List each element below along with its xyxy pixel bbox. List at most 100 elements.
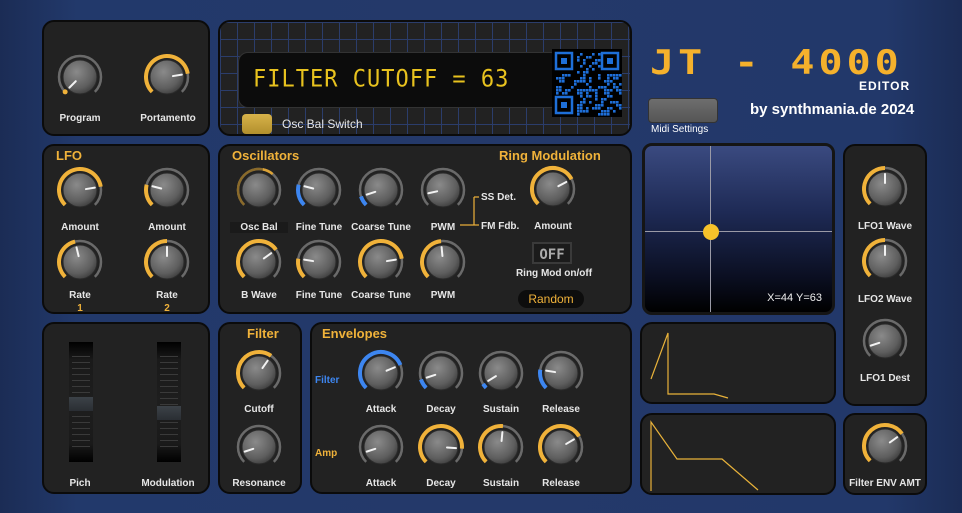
filter-env-amt-knob[interactable] — [861, 422, 909, 470]
pwm-bracket-lines — [460, 196, 479, 226]
osc-row2-fine-tune-knob[interactable] — [295, 238, 343, 286]
filter-cutoff-knob[interactable] — [235, 349, 283, 397]
ss-det-label: SS Det. — [481, 192, 517, 203]
amp-env-sustain-knob[interactable] — [477, 423, 525, 471]
wheel-rib — [160, 404, 178, 405]
lcd-display: FILTER CUTOFF = 63 — [238, 52, 560, 108]
xy-handle[interactable] — [703, 224, 719, 240]
wheel-rib — [160, 392, 178, 393]
wheel-rib — [160, 362, 178, 363]
wheel-thumb[interactable] — [157, 406, 181, 420]
modulation-wheel-label: Modulation — [141, 478, 195, 489]
osc-row1-coarse-tune-knob[interactable] — [357, 166, 405, 214]
wheel-rib — [72, 386, 90, 387]
pitch-wheel-label: Pich — [69, 478, 91, 489]
wheel-rib — [160, 356, 178, 357]
osc-row2-pwm-knob[interactable] — [419, 238, 467, 286]
random-button[interactable]: Random — [518, 290, 584, 308]
filter-resonance-knob[interactable] — [235, 423, 283, 471]
filter-envelope-curve — [650, 332, 729, 399]
wheel-rib — [160, 446, 178, 447]
ring-mod-amount-knob[interactable] — [529, 165, 577, 213]
lfo2-rate-index: 2 — [164, 303, 170, 314]
program-knob[interactable] — [56, 53, 104, 101]
lfo1-amount-knob[interactable] — [56, 166, 104, 214]
osc-bal-switch-label: Osc Bal Switch — [282, 117, 363, 131]
osc-row2-pwm-label: PWM — [430, 290, 456, 301]
osc-row2-coarse-tune-knob[interactable] — [357, 238, 405, 286]
filter-env-decay-knob[interactable] — [417, 349, 465, 397]
xy-readout: X=44 Y=63 — [767, 292, 822, 304]
wheel-rib — [72, 356, 90, 357]
filter-env-release-label: Release — [542, 404, 580, 415]
amp-envelope-curve — [650, 420, 759, 491]
wheel-rib — [72, 422, 90, 423]
lfo-title: LFO — [56, 148, 82, 163]
pitch-wheel[interactable] — [69, 342, 93, 462]
lfo1-wave-knob[interactable] — [861, 165, 909, 213]
oscillators-title: Oscillators — [232, 148, 300, 163]
midi-settings-button[interactable] — [648, 98, 718, 123]
qr-code-icon — [552, 49, 622, 117]
lfo2-rate-label: Rate — [156, 290, 178, 301]
wheel-rib — [160, 440, 178, 441]
wheel-rib — [160, 368, 178, 369]
wheel-rib — [72, 446, 90, 447]
wheel-rib — [72, 434, 90, 435]
lfo1-rate-label: Rate — [69, 290, 91, 301]
lfo2-amount-knob[interactable] — [143, 166, 191, 214]
xy-horizontal-line — [645, 231, 832, 232]
amp-env-side-label: Amp — [315, 448, 338, 459]
wheel-rib — [72, 428, 90, 429]
filter-env-amt-label: Filter ENV AMT — [849, 478, 921, 489]
amp-envelope-graph — [640, 413, 836, 495]
wheel-rib — [160, 434, 178, 435]
wheel-rib — [160, 398, 178, 399]
wheel-rib — [160, 422, 178, 423]
lfo2-amount-label: Amount — [148, 222, 186, 233]
osc-row2-b-wave-knob[interactable] — [235, 238, 283, 286]
display-panel: FILTER CUTOFF = 63 Osc Bal Switch — [218, 20, 632, 136]
wheel-rib — [160, 374, 178, 375]
modulation-wheel[interactable] — [157, 342, 181, 462]
ring-mod-title: Ring Modulation — [499, 148, 601, 163]
wheel-rib — [72, 440, 90, 441]
ring-mod-toggle-label: Ring Mod on/off — [515, 268, 593, 279]
wheel-rib — [72, 374, 90, 375]
lfo1-dest-label: LFO1 Dest — [859, 373, 910, 384]
wheel-thumb[interactable] — [69, 397, 93, 411]
wheel-rib — [72, 392, 90, 393]
amp-env-release-knob[interactable] — [537, 423, 585, 471]
filter-cutoff-label: Cutoff — [244, 404, 274, 415]
filter-env-side-label: Filter — [315, 375, 340, 386]
lfo1-rate-knob[interactable] — [56, 238, 104, 286]
wheel-rib — [160, 380, 178, 381]
filter-resonance-label: Resonance — [232, 478, 286, 489]
wheel-rib — [72, 380, 90, 381]
lfo1-dest-knob[interactable] — [861, 317, 909, 365]
wheel-rib — [72, 362, 90, 363]
osc-row1-fine-tune-knob[interactable] — [295, 166, 343, 214]
filter-env-attack-knob[interactable] — [357, 349, 405, 397]
midi-settings-label: Midi Settings — [651, 124, 709, 135]
app-subtitle: EDITOR — [859, 79, 911, 93]
app-title: JT - 4000 — [650, 43, 903, 83]
filter-env-release-knob[interactable] — [537, 349, 585, 397]
xy-pad[interactable]: X=44 Y=63 — [642, 143, 835, 315]
osc-row1-osc-bal-knob[interactable] — [235, 166, 283, 214]
wheel-rib — [160, 428, 178, 429]
ring-mod-toggle[interactable]: OFF — [532, 242, 572, 264]
lfo2-rate-knob[interactable] — [143, 238, 191, 286]
osc-bal-switch[interactable] — [242, 114, 272, 134]
amp-env-decay-knob[interactable] — [417, 423, 465, 471]
lfo1-wave-label: LFO1 Wave — [857, 221, 913, 232]
filter-env-sustain-knob[interactable] — [477, 349, 525, 397]
wheel-rib — [160, 386, 178, 387]
filter-title: Filter — [247, 326, 279, 341]
filter-envelope-graph — [640, 322, 836, 404]
amp-env-attack-knob[interactable] — [357, 423, 405, 471]
lfo2-wave-knob[interactable] — [861, 237, 909, 285]
portamento-knob[interactable] — [143, 53, 191, 101]
ring-mod-amount-label: Amount — [534, 221, 572, 232]
wheels-panel — [42, 322, 210, 494]
